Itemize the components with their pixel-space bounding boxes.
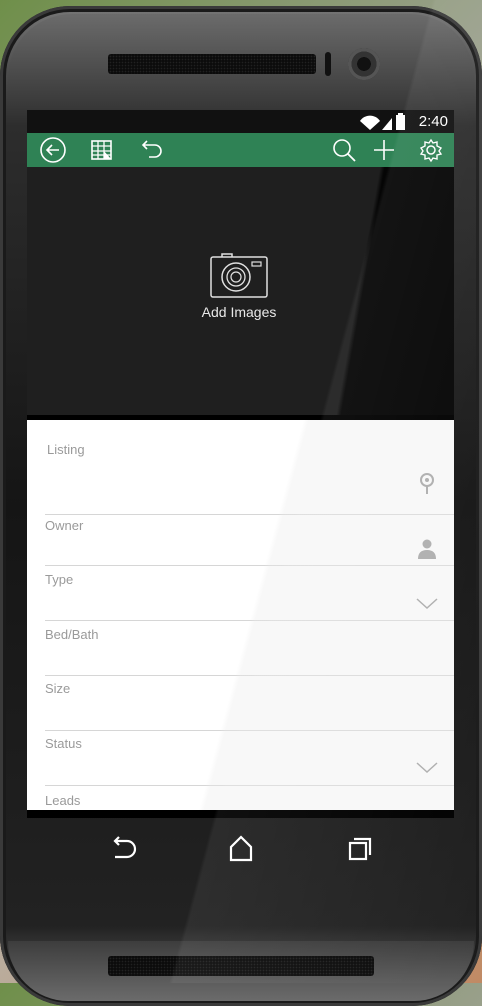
home-icon[interactable] <box>224 832 258 866</box>
person-icon[interactable] <box>416 538 438 560</box>
proximity-sensor <box>325 52 331 76</box>
owner-label: Owner <box>45 518 84 533</box>
chevron-down-icon[interactable] <box>416 756 438 778</box>
signal-wifi-battery-icon <box>360 113 405 130</box>
add-icon[interactable] <box>369 135 399 165</box>
owner-field[interactable]: Owner <box>45 518 454 566</box>
leads-field[interactable]: Leads <box>45 793 454 810</box>
app-toolbar <box>27 133 454 167</box>
back-circle-icon[interactable] <box>38 135 68 165</box>
settings-icon[interactable] <box>416 135 446 165</box>
type-field[interactable]: Type <box>45 572 454 621</box>
size-field[interactable]: Size <box>45 681 454 731</box>
add-images-label[interactable]: Add Images <box>167 304 311 320</box>
size-label: Size <box>45 681 71 696</box>
bed-bath-label: Bed/Bath <box>45 627 99 642</box>
listing-field[interactable]: Listing <box>45 442 454 515</box>
status-field[interactable]: Status <box>45 736 454 786</box>
search-icon[interactable] <box>329 135 359 165</box>
status-label: Status <box>45 736 82 751</box>
photo-area: Add Images <box>27 167 454 415</box>
back-icon[interactable] <box>106 832 140 866</box>
earpiece-speaker <box>108 54 316 74</box>
recent-apps-icon[interactable] <box>343 832 377 866</box>
status-time: 2:40 <box>418 113 448 130</box>
chevron-down-icon[interactable] <box>416 592 438 614</box>
front-camera <box>348 48 380 80</box>
bed-bath-field[interactable]: Bed/Bath <box>45 627 454 676</box>
type-label: Type <box>45 572 74 587</box>
bottom-speaker <box>108 956 374 976</box>
spreadsheet-icon[interactable] <box>87 135 117 165</box>
undo-icon[interactable] <box>137 135 167 165</box>
leads-label: Leads <box>45 793 81 808</box>
status-bar: 2:40 <box>27 110 454 133</box>
map-pin-icon[interactable] <box>416 472 438 494</box>
app-screen: 2:40 Add Images Listing Owner Type Bed/B… <box>27 110 454 818</box>
camera-icon[interactable] <box>202 249 276 349</box>
system-nav-bar <box>27 818 454 880</box>
listing-form: Listing Owner Type Bed/Bath Size Status … <box>27 420 454 810</box>
listing-label: Listing <box>47 442 85 457</box>
